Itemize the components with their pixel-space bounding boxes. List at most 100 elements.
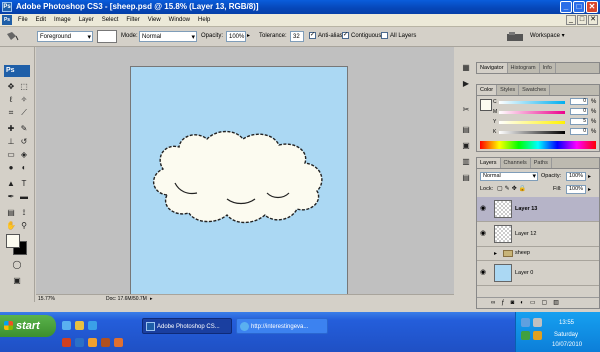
yellow-value[interactable]: 5 [570,118,588,125]
taskbar-browser-button[interactable]: http://interestingeva... [236,318,328,334]
eye-icon[interactable]: ◉ [480,205,489,212]
tab-layers[interactable]: Layers [477,158,501,168]
volume-icon[interactable] [533,318,542,327]
doc-maximize-button[interactable]: □ [577,15,587,25]
new-group-icon[interactable]: ▭ [530,300,542,306]
character-panel-icon[interactable]: ▥ [460,156,472,167]
pattern-swatch[interactable] [97,30,117,43]
layer-name[interactable]: Layer 0 [515,270,533,276]
screen-mode-icon[interactable]: ▣ [5,275,29,286]
marquee-tool-icon[interactable]: ⬚ [18,81,30,92]
path-selection-tool-icon[interactable]: ▲ [5,178,17,189]
lasso-tool-icon[interactable]: ℓ [5,94,17,105]
menu-layer[interactable]: Layer [75,17,98,23]
layer-opacity-arrow-icon[interactable]: ▸ [588,173,591,180]
layer-mask-icon[interactable]: ◙ [511,300,521,306]
hand-tool-icon[interactable]: ✋ [5,220,17,231]
cyan-ramp[interactable] [499,101,565,104]
menu-edit[interactable]: Edit [32,17,50,23]
menu-window[interactable]: Window [165,17,194,23]
tool-presets-panel-icon[interactable]: ✂ [460,104,472,115]
menu-help[interactable]: Help [194,17,214,23]
quicklaunch-media-icon[interactable] [88,321,97,330]
delete-layer-icon[interactable]: ▥ [553,300,565,306]
slice-tool-icon[interactable]: ⟋ [18,107,30,118]
layer-row[interactable]: ◉ Layer 0 [477,261,599,286]
actions-panel-icon[interactable]: ▶ [460,78,472,89]
magenta-slider[interactable]: M 0 % [493,108,596,116]
yellow-ramp[interactable] [499,121,565,124]
tab-color[interactable]: Color [477,85,498,95]
antialias-checkbox[interactable]: ✓ Anti-alias [309,31,343,42]
tolerance-input[interactable]: 32 [290,31,304,42]
network-icon[interactable] [521,318,530,327]
link-layers-icon[interactable]: ∞ [491,300,501,306]
layer-style-icon[interactable]: ƒ [501,300,510,306]
layer-name[interactable]: Layer 12 [515,231,536,237]
doc-minimize-button[interactable]: _ [566,15,576,25]
zoom-tool-icon[interactable]: ⚲ [18,220,30,231]
eye-icon[interactable]: ◉ [480,269,489,276]
layer-group-row[interactable]: ▸ sheep [477,247,599,261]
mode-select[interactable]: Normal [139,31,197,43]
tab-channels[interactable]: Channels [501,158,531,168]
type-tool-icon[interactable]: T [18,178,30,189]
photoshop-logo[interactable]: Ps [4,65,30,77]
menu-filter[interactable]: Filter [122,17,143,23]
document-icon[interactable]: Ps [2,15,12,25]
opacity-input[interactable]: 100% [226,31,246,42]
maximize-button[interactable]: □ [573,1,585,13]
layer-opacity-input[interactable]: 100% [566,172,586,181]
tab-swatches[interactable]: Swatches [519,85,550,95]
color-spectrum-bar[interactable] [480,141,596,149]
fill-input[interactable]: 100% [566,185,586,194]
new-layer-icon[interactable]: ▢ [542,300,554,306]
adjustment-layer-icon[interactable]: ◐ [520,300,530,306]
eyedropper-tool-icon[interactable]: ⟟ [18,207,30,218]
black-value[interactable]: 0 [570,128,588,135]
layer-row[interactable]: ◉ Layer 12 [477,222,599,247]
history-brush-tool-icon[interactable]: ↺ [18,136,30,147]
quicklaunch-firefox-icon[interactable] [88,338,97,347]
workspace-menu[interactable]: Workspace ▾ [530,31,565,42]
shape-tool-icon[interactable]: ▬ [18,191,30,202]
tab-histogram[interactable]: Histogram [508,63,540,73]
black-slider[interactable]: K 0 % [493,128,596,136]
doc-close-button[interactable]: ✕ [588,15,598,25]
tab-paths[interactable]: Paths [531,158,552,168]
tab-styles[interactable]: Styles [497,85,520,95]
lock-icons[interactable]: ▢✎✥🔒 [497,185,528,192]
dodge-tool-icon[interactable]: ◐ [18,162,30,173]
quicklaunch-acrobat-icon[interactable] [62,338,71,347]
layer-row[interactable]: ◉ Layer 13 [477,197,599,222]
opacity-arrow-icon[interactable]: ▸ [247,31,250,42]
menu-image[interactable]: Image [50,17,75,23]
quicklaunch-app2-icon[interactable] [114,338,123,347]
brushes-panel-icon[interactable]: ▤ [460,124,472,135]
tab-navigator[interactable]: Navigator [477,63,508,73]
group-name[interactable]: sheep [515,250,530,256]
start-button[interactable]: start [0,315,56,337]
healing-brush-tool-icon[interactable]: ✚ [5,123,17,134]
close-button[interactable]: ✕ [586,1,598,13]
workspace-icon[interactable] [506,31,526,42]
menu-view[interactable]: View [144,17,165,23]
crop-tool-icon[interactable]: ⌗ [5,107,17,118]
menu-select[interactable]: Select [98,17,123,23]
tab-info[interactable]: Info [540,63,556,73]
all-layers-checkbox[interactable]: All Layers [381,31,416,42]
color-fg-swatch[interactable] [480,99,492,111]
paint-bucket-tool-icon[interactable]: ◈ [18,149,30,160]
eye-icon[interactable]: ◉ [480,230,489,237]
minimize-button[interactable]: _ [560,1,572,13]
quicklaunch-explorer-icon[interactable] [75,321,84,330]
quicklaunch-ie-icon[interactable] [62,321,71,330]
clone-stamp-tool-icon[interactable]: ⊥ [5,136,17,147]
quick-mask-icon[interactable]: ◯ [5,259,29,270]
foreground-color-swatch[interactable] [6,234,20,248]
blur-tool-icon[interactable]: ● [5,162,17,173]
paint-bucket-tool-icon[interactable] [4,31,26,42]
notes-tool-icon[interactable]: ▤ [5,207,17,218]
black-ramp[interactable] [499,131,565,134]
magenta-ramp[interactable] [499,111,565,114]
